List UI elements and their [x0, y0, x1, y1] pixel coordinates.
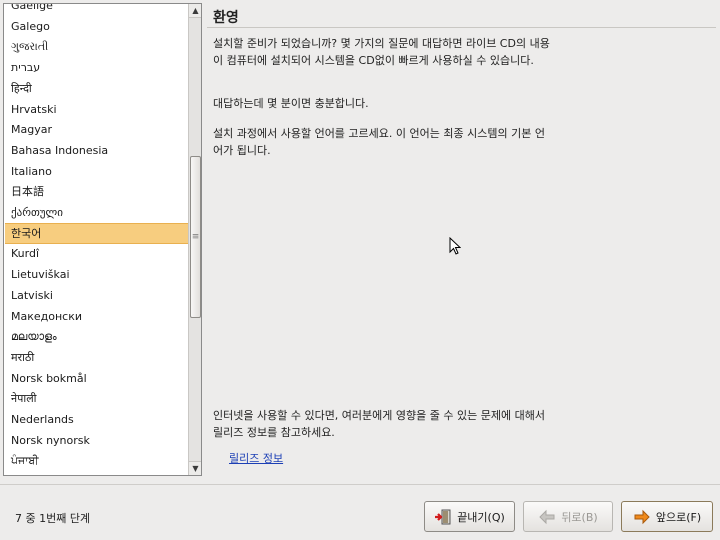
language-item[interactable]: 한국어: [5, 222, 188, 244]
forward-arrow-icon: [634, 509, 650, 524]
language-item[interactable]: Lietuviškai: [5, 264, 188, 285]
language-list[interactable]: Gaeilge Galego ગુજરાતી עברית हिन्दी Hrvatski M…: [3, 3, 202, 476]
intro-paragraph: 설치할 준비가 되었습니까? 몇 가지의 질문에 대답하면 라이브 CD의 내용…: [213, 37, 550, 67]
language-item[interactable]: ગુજરાતી: [5, 36, 188, 57]
language-item[interactable]: Македонски: [5, 306, 188, 327]
title-divider: [207, 27, 716, 28]
language-item[interactable]: हिन्दी: [5, 78, 188, 99]
exit-button-label: 끝내기(Q): [457, 510, 505, 524]
language-item[interactable]: עברית: [5, 57, 188, 78]
footer-divider: [0, 484, 720, 485]
forward-button[interactable]: 앞으로(F): [621, 501, 713, 532]
language-items: Gaeilge Galego ગુજરાતી עברית हिन्दी Hrvatski M…: [5, 4, 188, 475]
language-item[interactable]: Hrvatski: [5, 99, 188, 120]
language-item[interactable]: Gaeilge: [5, 4, 188, 16]
back-arrow-icon: [539, 509, 555, 524]
language-item[interactable]: Norsk bokmål: [5, 368, 188, 389]
language-item[interactable]: नेपाली: [5, 388, 188, 409]
scroll-up-arrow-icon[interactable]: ▲: [189, 4, 201, 18]
language-item[interactable]: Bahasa Indonesia: [5, 140, 188, 161]
language-item[interactable]: मराठी: [5, 347, 188, 368]
page-title: 환영: [213, 10, 239, 26]
release-notes-link[interactable]: 릴리즈 정보: [229, 450, 283, 466]
language-item[interactable]: Magyar: [5, 119, 188, 140]
language-item[interactable]: Italiano: [5, 161, 188, 182]
scroll-down-arrow-icon[interactable]: ▼: [189, 461, 201, 475]
language-item[interactable]: ქართული: [5, 202, 188, 223]
exit-button[interactable]: 끝내기(Q): [424, 501, 515, 532]
language-item[interactable]: Kurdî: [5, 243, 188, 264]
time-paragraph: 대답하는데 몇 분이면 충분합니다.: [213, 97, 369, 110]
language-item[interactable]: Galego: [5, 16, 188, 37]
language-list-scrollbar[interactable]: ▲ ≡ ▼: [188, 4, 201, 475]
language-item[interactable]: Latviski: [5, 285, 188, 306]
internet-paragraph: 인터넷을 사용할 수 있다면, 여러분에게 영향을 줄 수 있는 문제에 대해서…: [213, 409, 545, 439]
installer-window: Gaeilge Galego ગુજરાતી עברית हिन्दी Hrvatski M…: [0, 0, 720, 540]
back-button-label: 뒤로(B): [561, 510, 598, 524]
language-item[interactable]: മലയാളം: [5, 326, 188, 347]
mouse-pointer-icon: [449, 237, 461, 255]
language-item[interactable]: ਪੰਜਾਬੀ: [5, 450, 188, 471]
step-indicator: 7 중 1번째 단계: [15, 512, 91, 525]
forward-button-label: 앞으로(F): [655, 510, 702, 524]
language-item[interactable]: Nederlands: [5, 409, 188, 430]
exit-door-icon: [435, 509, 451, 524]
language-item[interactable]: 日本語: [5, 181, 188, 202]
language-paragraph: 설치 과정에서 사용할 언어를 고르세요. 이 언어는 최종 시스템의 기본 언…: [213, 127, 545, 157]
scroll-thumb[interactable]: ≡: [190, 156, 201, 318]
back-button[interactable]: 뒤로(B): [523, 501, 613, 532]
language-item[interactable]: Norsk nynorsk: [5, 430, 188, 451]
